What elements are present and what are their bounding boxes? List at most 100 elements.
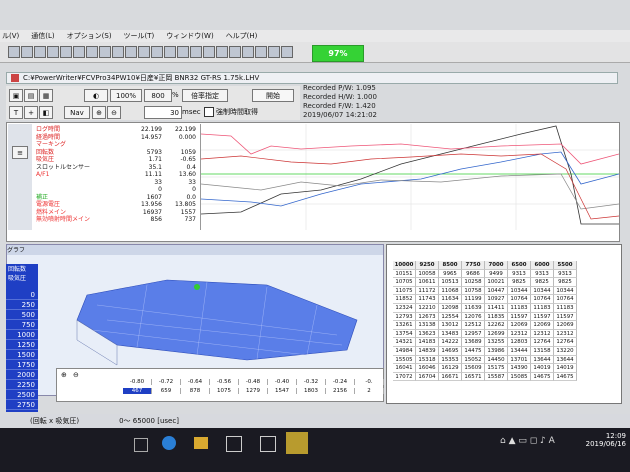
axis-label-cell[interactable]: -0. bbox=[355, 379, 384, 385]
menu-item[interactable]: ヘルプ(H) bbox=[226, 31, 258, 41]
map-cell[interactable]: 15052 bbox=[462, 355, 485, 365]
map-cell[interactable]: 10058 bbox=[416, 269, 439, 279]
map-cell[interactable]: 13255 bbox=[485, 338, 508, 347]
fixed-scale-button[interactable]: 倍率指定 bbox=[182, 89, 228, 102]
map-cell[interactable]: 14984 bbox=[393, 346, 416, 356]
zoom-out-icon[interactable]: ⊖ bbox=[107, 106, 121, 119]
map-cell[interactable]: 11183 bbox=[508, 303, 531, 313]
menu-item[interactable]: ル(V) bbox=[2, 31, 19, 41]
map-cell[interactable]: 16129 bbox=[439, 364, 462, 373]
axis-label-cell[interactable]: -0.80 bbox=[123, 379, 152, 385]
folder-icon[interactable]: ▣ bbox=[9, 89, 23, 102]
toolbar-tool-icon[interactable] bbox=[255, 46, 267, 58]
map-cell[interactable]: 13644 bbox=[531, 355, 554, 365]
system-tray-icons[interactable]: ⌂ ▲ ▭ ◻ ♪ A bbox=[500, 436, 555, 446]
axis-value-cell[interactable]: 1803 bbox=[297, 388, 326, 394]
map-cell[interactable]: 13701 bbox=[508, 355, 531, 365]
toolbar-tool-icon[interactable] bbox=[229, 46, 241, 58]
rpm-axis-cell[interactable]: 2250 bbox=[6, 380, 38, 390]
rpm-axis-cell[interactable]: 2000 bbox=[6, 370, 38, 380]
map-cell[interactable]: 9825 bbox=[508, 278, 531, 287]
map-cell[interactable]: 9825 bbox=[554, 278, 577, 287]
map-cell[interactable]: 15587 bbox=[485, 372, 508, 382]
map-cell[interactable]: 13644 bbox=[554, 355, 577, 365]
axis-value-cell[interactable]: 467 bbox=[123, 388, 152, 394]
map-cell[interactable]: 14839 bbox=[416, 346, 439, 356]
axis-label-cell[interactable]: -0.56 bbox=[210, 379, 239, 385]
percent-button-100[interactable]: 100% bbox=[110, 89, 142, 102]
axis-label-cell[interactable]: -0.24 bbox=[326, 379, 355, 385]
axis-mode-rpm[interactable]: 回転数 bbox=[6, 264, 38, 273]
map-header-cell[interactable]: 8500 bbox=[439, 261, 462, 270]
nav-button[interactable]: Nav bbox=[64, 106, 90, 119]
axis-label-cell[interactable]: -0.64 bbox=[181, 379, 210, 385]
map-cell[interactable]: 10705 bbox=[393, 278, 416, 287]
map-cell[interactable]: 12793 bbox=[393, 312, 416, 322]
map-cell[interactable]: 13012 bbox=[439, 321, 462, 330]
toolbar-tool-icon[interactable] bbox=[86, 46, 98, 58]
map-cell[interactable]: 12673 bbox=[416, 312, 439, 322]
map-cell[interactable]: 10344 bbox=[531, 286, 554, 296]
map-cell[interactable]: 12312 bbox=[531, 329, 554, 339]
map-cell[interactable]: 15609 bbox=[462, 364, 485, 373]
map-cell[interactable]: 13158 bbox=[531, 346, 554, 356]
map-cell[interactable]: 11199 bbox=[462, 295, 485, 304]
map-cell[interactable]: 12098 bbox=[439, 303, 462, 313]
map-cell[interactable]: 10513 bbox=[439, 278, 462, 287]
log-chart[interactable] bbox=[200, 124, 620, 230]
map-cell[interactable]: 9313 bbox=[554, 269, 577, 279]
toolbar-tool-icon[interactable] bbox=[8, 46, 20, 58]
axis-value-cell[interactable]: 1075 bbox=[210, 388, 239, 394]
map-cell[interactable]: 15353 bbox=[439, 355, 462, 365]
toolbar-tool-icon[interactable] bbox=[99, 46, 111, 58]
map-cell[interactable]: 10764 bbox=[508, 295, 531, 304]
map-cell[interactable]: 11075 bbox=[393, 286, 416, 296]
map-cell[interactable]: 14183 bbox=[416, 338, 439, 347]
map-cell[interactable]: 11172 bbox=[416, 286, 439, 296]
map-3d-wireframe[interactable] bbox=[47, 265, 377, 375]
store-icon[interactable] bbox=[226, 436, 242, 452]
axis-label-cell[interactable]: -0.48 bbox=[239, 379, 268, 385]
rpm-axis-cell[interactable]: 0 bbox=[6, 290, 38, 300]
map-cell[interactable]: 14450 bbox=[485, 355, 508, 365]
map-cell[interactable]: 16571 bbox=[462, 372, 485, 382]
map-cell[interactable]: 15318 bbox=[416, 355, 439, 365]
map-cell[interactable]: 14019 bbox=[531, 364, 554, 373]
map-cell[interactable]: 10151 bbox=[393, 269, 416, 279]
map-cell[interactable]: 14475 bbox=[462, 346, 485, 356]
map-cell[interactable]: 9313 bbox=[531, 269, 554, 279]
toolbar-tool-icon[interactable] bbox=[34, 46, 46, 58]
map-cell[interactable]: 13689 bbox=[462, 338, 485, 347]
map-cell[interactable]: 11852 bbox=[393, 295, 416, 304]
map-cell[interactable]: 10764 bbox=[554, 295, 577, 304]
map-cell[interactable]: 12312 bbox=[508, 329, 531, 339]
map-cell[interactable]: 16041 bbox=[393, 364, 416, 373]
map-header-cell[interactable]: 9250 bbox=[416, 261, 439, 270]
progress-button[interactable]: 97% bbox=[312, 45, 364, 62]
axis-mode-boost[interactable]: 吸気圧 bbox=[6, 273, 38, 282]
toolbar-tool-icon[interactable] bbox=[281, 46, 293, 58]
map-cell[interactable]: 10764 bbox=[531, 295, 554, 304]
axis-value-cell[interactable]: 2 bbox=[355, 388, 384, 394]
toolbar-tool-icon[interactable] bbox=[268, 46, 280, 58]
map-cell[interactable]: 12069 bbox=[508, 321, 531, 330]
rpm-axis-cell[interactable]: 2500 bbox=[6, 390, 38, 400]
toolbar-tool-icon[interactable] bbox=[125, 46, 137, 58]
map-cell[interactable]: 11634 bbox=[439, 295, 462, 304]
map-cell[interactable]: 13623 bbox=[416, 329, 439, 339]
rpm-axis-cell[interactable]: 1000 bbox=[6, 330, 38, 340]
text-icon[interactable]: T bbox=[9, 106, 23, 119]
toolbar-tool-icon[interactable] bbox=[216, 46, 228, 58]
start-button[interactable]: 開始 bbox=[252, 89, 294, 102]
menu-item[interactable]: オプション(S) bbox=[67, 31, 112, 41]
map-cell[interactable]: 14222 bbox=[439, 338, 462, 347]
map-cell[interactable]: 14321 bbox=[393, 338, 416, 347]
axis-label-cell[interactable]: -0.32 bbox=[297, 379, 326, 385]
map-cell[interactable]: 12324 bbox=[393, 303, 416, 313]
map-cell[interactable]: 12069 bbox=[531, 321, 554, 330]
map-cell[interactable]: 9313 bbox=[508, 269, 531, 279]
map-cell[interactable]: 15175 bbox=[485, 364, 508, 373]
map-cell[interactable]: 13444 bbox=[508, 346, 531, 356]
map-header-cell[interactable]: 6000 bbox=[531, 261, 554, 270]
map-cell[interactable]: 14019 bbox=[554, 364, 577, 373]
